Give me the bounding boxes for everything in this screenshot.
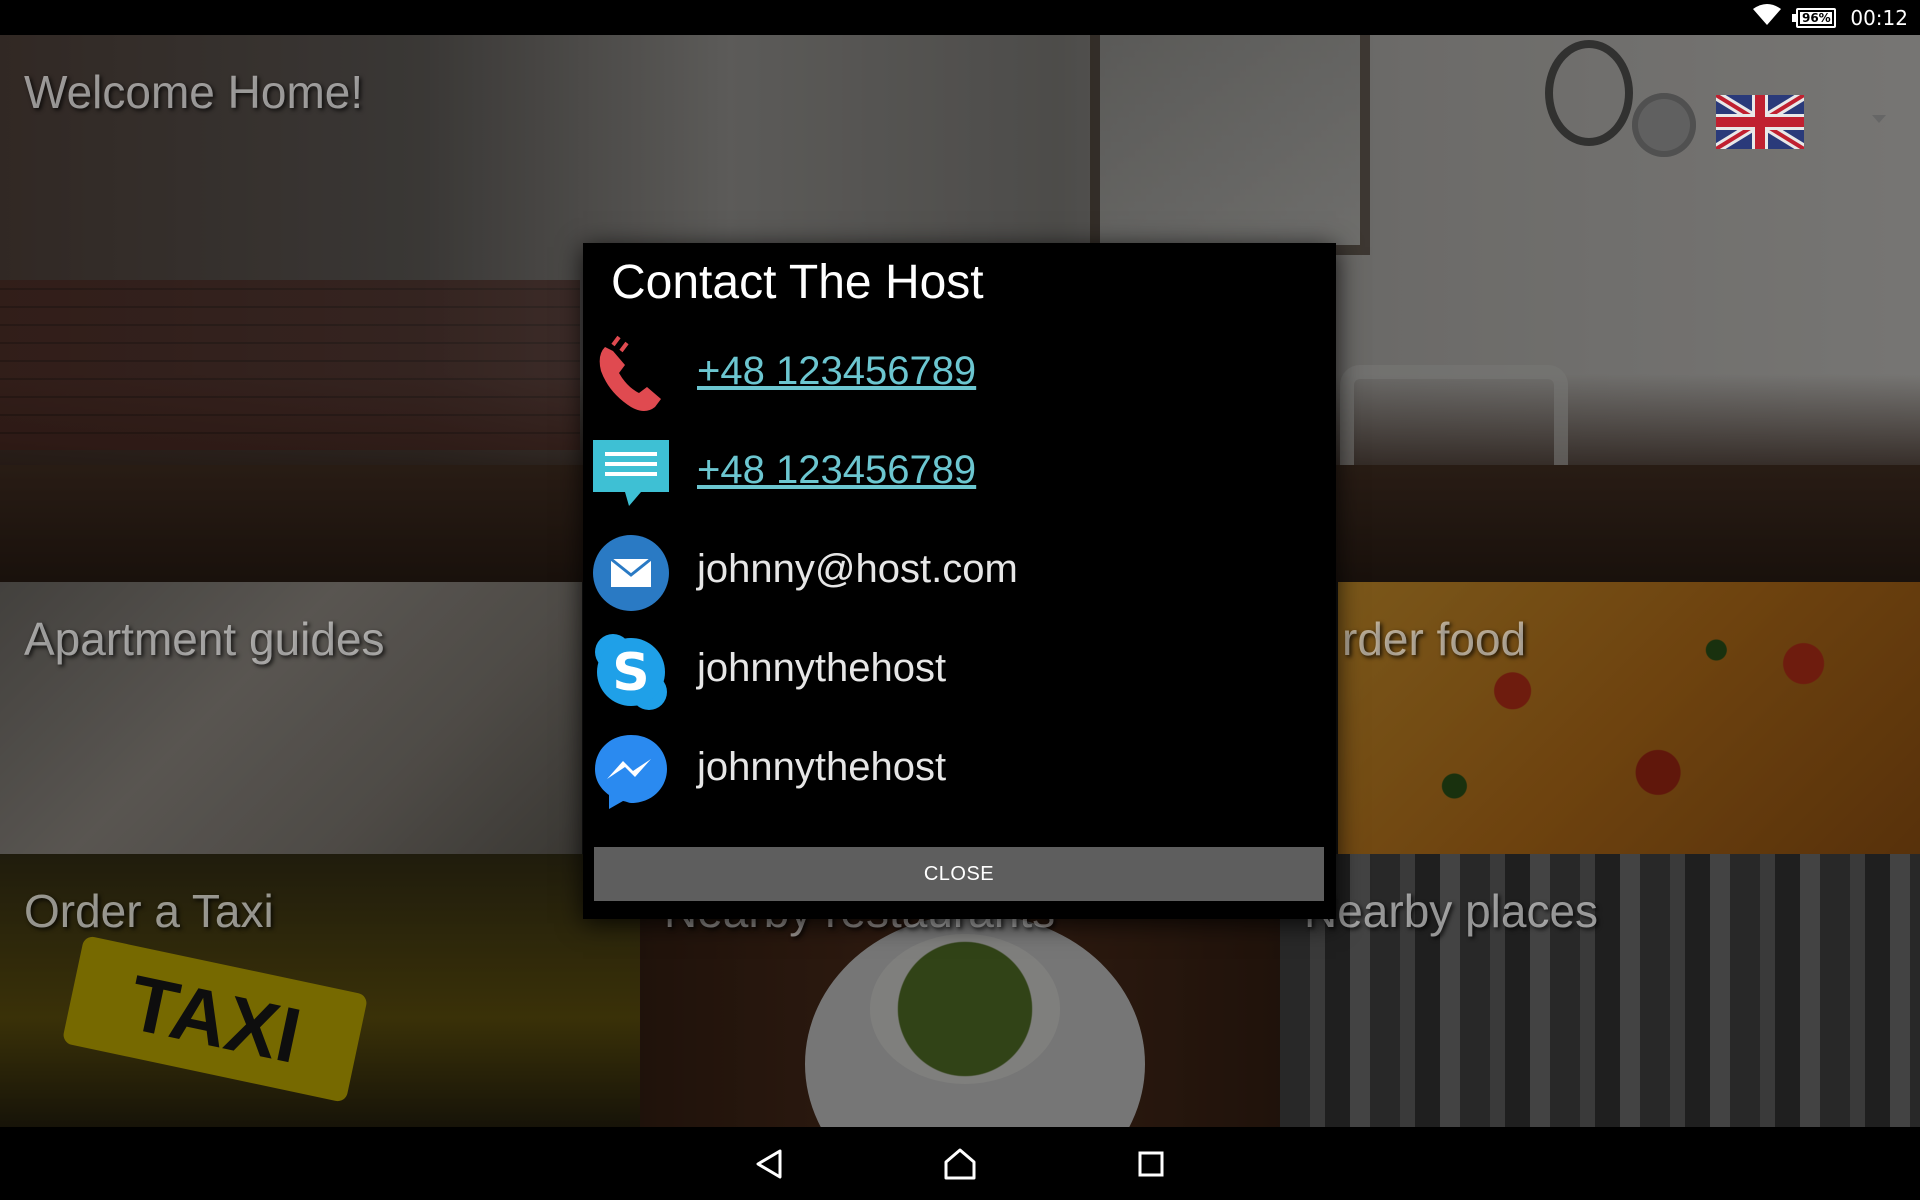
back-icon[interactable] <box>744 1139 794 1189</box>
order-taxi-tile[interactable]: TAXI Order a Taxi <box>0 854 640 1127</box>
svg-text:S: S <box>612 643 649 703</box>
clock: 00:12 <box>1850 5 1908 30</box>
contact-host-dialog: Contact The Host +48 123456789 +48 12345… <box>583 243 1336 919</box>
contact-row-phone[interactable]: +48 123456789 <box>591 333 1321 417</box>
skype-icon[interactable]: S <box>591 630 671 714</box>
nearby-places-label: Nearby places <box>1304 885 1599 937</box>
uk-flag-icon[interactable] <box>1716 95 1804 149</box>
contact-row-messenger[interactable]: johnnythehost <box>591 729 1321 813</box>
order-taxi-label: Order a Taxi <box>24 885 274 937</box>
phone-link[interactable]: +48 123456789 <box>697 349 976 394</box>
sms-link[interactable]: +48 123456789 <box>697 448 976 493</box>
apartment-guides-tile[interactable]: Apartment guides <box>0 582 582 854</box>
chevron-down-icon[interactable] <box>1872 115 1886 123</box>
battery-level: 96% <box>1801 10 1831 25</box>
contact-row-email[interactable]: johnny@host.com <box>591 531 1321 615</box>
order-food-tile[interactable]: rder food <box>1338 582 1920 854</box>
phone-icon[interactable] <box>591 333 671 417</box>
nearby-places-tile[interactable]: Nearby places <box>1280 854 1920 1127</box>
gear-icon[interactable] <box>1632 93 1696 157</box>
email-address: johnny@host.com <box>697 547 1018 591</box>
messenger-icon[interactable] <box>591 729 671 813</box>
status-bar: 96% 00:12 <box>0 0 1920 35</box>
welcome-home-label: Welcome Home! <box>24 66 364 118</box>
home-icon[interactable] <box>935 1139 985 1189</box>
close-button[interactable]: CLOSE <box>594 847 1324 901</box>
dialog-title: Contact The Host <box>611 256 984 309</box>
order-food-label: rder food <box>1342 613 1527 665</box>
recents-icon[interactable] <box>1126 1139 1176 1189</box>
apartment-guides-label: Apartment guides <box>24 613 385 665</box>
contact-row-skype[interactable]: S johnnythehost <box>591 630 1321 714</box>
contact-row-sms[interactable]: +48 123456789 <box>591 432 1321 516</box>
navigation-bar <box>0 1127 1920 1200</box>
email-icon[interactable] <box>591 531 671 615</box>
screen: 96% 00:12 Welcome Home! Apartment guides… <box>0 0 1920 1200</box>
battery-icon: 96% <box>1792 7 1837 28</box>
message-icon[interactable] <box>591 432 671 516</box>
wifi-icon <box>1752 3 1782 32</box>
messenger-username: johnnythehost <box>697 745 947 789</box>
skype-username: johnnythehost <box>697 646 947 690</box>
status-icons: 96% 00:12 <box>1752 0 1908 35</box>
